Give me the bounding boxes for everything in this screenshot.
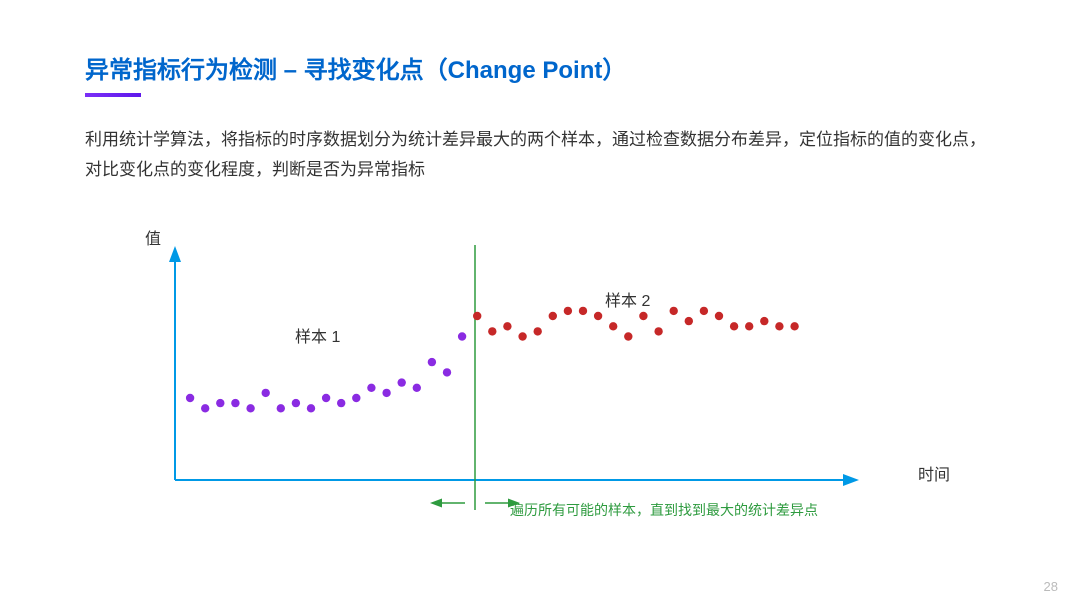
data-point (503, 322, 511, 330)
data-point (549, 311, 557, 319)
data-point (443, 368, 451, 376)
data-point (352, 393, 360, 401)
data-point (458, 332, 466, 340)
data-point (564, 306, 572, 314)
data-point (367, 383, 375, 391)
data-point (670, 306, 678, 314)
page-title: 异常指标行为检测 – 寻找变化点（Change Point） (85, 50, 995, 85)
page-number: 28 (1044, 579, 1058, 594)
data-point (700, 306, 708, 314)
data-point (382, 388, 390, 396)
data-point (730, 322, 738, 330)
data-point (594, 311, 602, 319)
data-point (518, 332, 526, 340)
chart-container: 值 时间 样本 1 样本 2 (145, 225, 905, 525)
data-point (790, 322, 798, 330)
data-point (262, 388, 270, 396)
data-point (413, 383, 421, 391)
data-point (398, 378, 406, 386)
chart-svg (165, 245, 885, 525)
data-point (715, 311, 723, 319)
data-point (745, 322, 753, 330)
data-point (579, 306, 587, 314)
data-point (307, 404, 315, 412)
data-point (201, 404, 209, 412)
data-points (186, 306, 799, 412)
data-point (292, 398, 300, 406)
data-point (488, 327, 496, 335)
data-point (246, 404, 254, 412)
data-point (609, 322, 617, 330)
y-axis-label: 值 (145, 225, 161, 249)
x-axis-label: 时间 (918, 461, 950, 485)
title-underline (85, 93, 141, 97)
data-point (322, 393, 330, 401)
data-point (624, 332, 632, 340)
data-point (639, 311, 647, 319)
data-point (337, 398, 345, 406)
footer-note: 遍历所有可能的样本，直到找到最大的统计差异点 (510, 500, 818, 520)
data-point (473, 311, 481, 319)
data-point (775, 322, 783, 330)
data-point (277, 404, 285, 412)
data-point (428, 357, 436, 365)
data-point (231, 398, 239, 406)
data-point (654, 327, 662, 335)
data-point (186, 393, 194, 401)
data-point (685, 316, 693, 324)
data-point (760, 316, 768, 324)
slide: 异常指标行为检测 – 寻找变化点（Change Point） 利用统计学算法，将… (0, 0, 1080, 606)
data-point (216, 398, 224, 406)
description-text: 利用统计学算法，将指标的时序数据划分为统计差异最大的两个样本，通过检查数据分布差… (85, 125, 995, 185)
data-point (534, 327, 542, 335)
